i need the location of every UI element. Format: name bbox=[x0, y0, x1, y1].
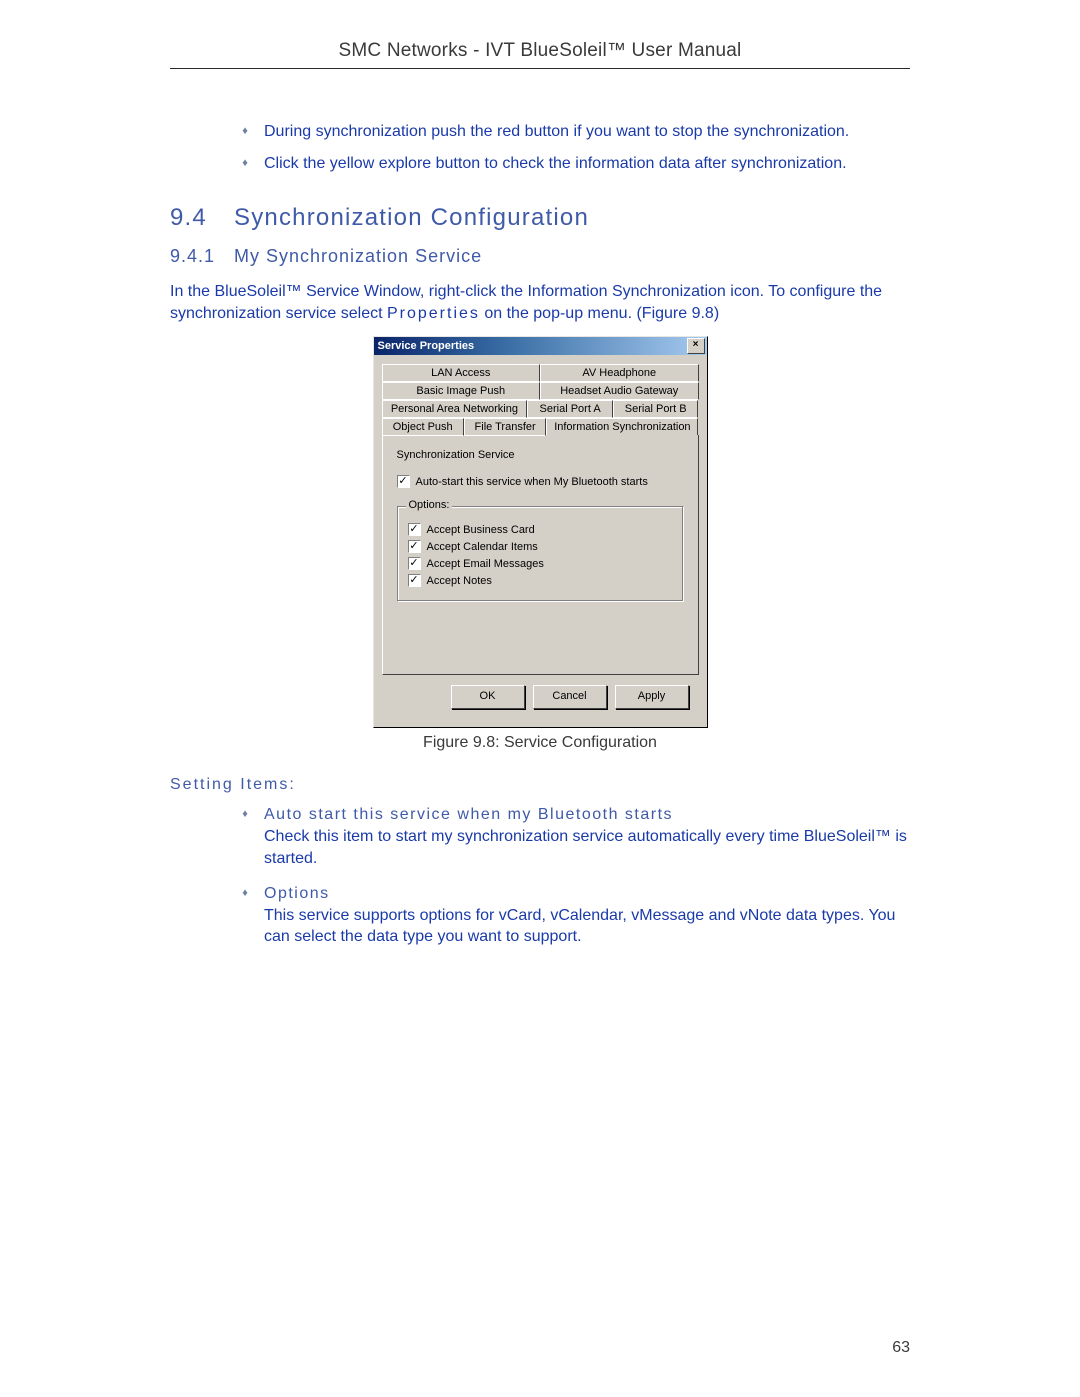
section-heading: 9.4 Synchronization Configuration bbox=[170, 204, 910, 232]
list-item: ♦ During synchronization push the red bu… bbox=[240, 121, 910, 143]
ok-button[interactable]: OK bbox=[451, 685, 525, 709]
service-label: Synchronization Service bbox=[397, 449, 684, 461]
diamond-icon: ♦ bbox=[240, 124, 250, 139]
setting-items-list: ♦ Auto start this service when my Blueto… bbox=[240, 804, 910, 948]
tab-info-sync[interactable]: Information Synchronization bbox=[546, 418, 698, 435]
properties-word: Properties bbox=[387, 305, 480, 322]
figure-caption: Figure 9.8: Service Configuration bbox=[170, 734, 910, 752]
list-item: ♦ Auto start this service when my Blueto… bbox=[240, 804, 910, 869]
section-title: Synchronization Configuration bbox=[234, 204, 589, 232]
autostart-label: Auto-start this service when My Bluetoot… bbox=[416, 476, 648, 488]
page-number: 63 bbox=[892, 1339, 910, 1357]
dialog-titlebar[interactable]: Service Properties × bbox=[374, 337, 707, 355]
tab-serial-a[interactable]: Serial Port A bbox=[527, 400, 613, 418]
options-legend: Options: bbox=[406, 499, 453, 511]
subsection-number: 9.4.1 bbox=[170, 246, 234, 267]
tab-object-push[interactable]: Object Push bbox=[382, 418, 464, 436]
page-header: SMC Networks - IVT BlueSoleil™ User Manu… bbox=[170, 40, 910, 69]
apply-button[interactable]: Apply bbox=[615, 685, 689, 709]
tab-basic-image-push[interactable]: Basic Image Push bbox=[382, 382, 541, 400]
opt-label: Accept Business Card bbox=[427, 524, 535, 536]
setting-item-body: This service supports options for vCard,… bbox=[264, 907, 895, 946]
intro-bullets: ♦ During synchronization push the red bu… bbox=[240, 121, 910, 174]
list-item: ♦ Click the yellow explore button to che… bbox=[240, 153, 910, 175]
diamond-icon: ♦ bbox=[240, 156, 250, 171]
setting-items-heading: Setting Items: bbox=[170, 776, 910, 794]
section-number: 9.4 bbox=[170, 204, 234, 232]
opt-business-card-checkbox[interactable]: ✓ bbox=[408, 523, 421, 536]
service-properties-dialog: Service Properties × LAN Access AV Headp… bbox=[373, 336, 708, 728]
setting-item-title: Auto start this service when my Bluetoot… bbox=[264, 806, 673, 823]
opt-calendar-checkbox[interactable]: ✓ bbox=[408, 540, 421, 553]
tab-panel: Synchronization Service ✓ Auto-start thi… bbox=[382, 435, 699, 675]
setting-item-title: Options bbox=[264, 885, 330, 902]
dialog-title: Service Properties bbox=[378, 340, 475, 352]
tab-file-transfer[interactable]: File Transfer bbox=[464, 418, 546, 436]
opt-label: Accept Email Messages bbox=[427, 558, 544, 570]
opt-label: Accept Calendar Items bbox=[427, 541, 538, 553]
tab-lan-access[interactable]: LAN Access bbox=[382, 364, 541, 382]
opt-label: Accept Notes bbox=[427, 575, 492, 587]
diamond-icon: ♦ bbox=[240, 886, 250, 901]
options-fieldset: Options: ✓Accept Business Card ✓Accept C… bbox=[397, 506, 684, 602]
opt-email-checkbox[interactable]: ✓ bbox=[408, 557, 421, 570]
list-item: ♦ Options This service supports options … bbox=[240, 883, 910, 948]
autostart-checkbox[interactable]: ✓ bbox=[397, 475, 410, 488]
close-icon[interactable]: × bbox=[687, 338, 705, 354]
intro-paragraph: In the BlueSoleil™ Service Window, right… bbox=[170, 281, 910, 324]
subsection-title: My Synchronization Service bbox=[234, 246, 482, 267]
tab-headset-audio-gateway[interactable]: Headset Audio Gateway bbox=[540, 382, 699, 400]
tab-serial-b[interactable]: Serial Port B bbox=[613, 400, 699, 418]
tab-pan[interactable]: Personal Area Networking bbox=[382, 400, 528, 418]
cancel-button[interactable]: Cancel bbox=[533, 685, 607, 709]
opt-notes-checkbox[interactable]: ✓ bbox=[408, 574, 421, 587]
subsection-heading: 9.4.1 My Synchronization Service bbox=[170, 246, 910, 267]
setting-item-body: Check this item to start my synchronizat… bbox=[264, 828, 907, 867]
tab-av-headphone[interactable]: AV Headphone bbox=[540, 364, 699, 382]
bullet-text: Click the yellow explore button to check… bbox=[264, 153, 910, 175]
bullet-text: During synchronization push the red butt… bbox=[264, 121, 910, 143]
diamond-icon: ♦ bbox=[240, 807, 250, 822]
